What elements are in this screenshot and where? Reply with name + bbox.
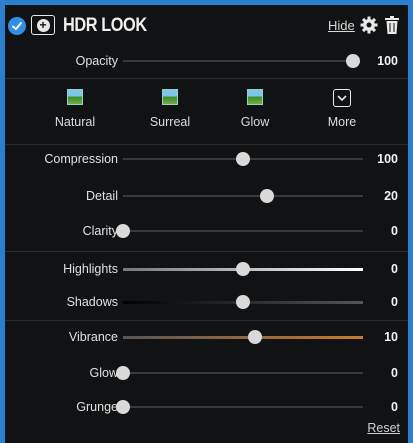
glow-value: 0 xyxy=(391,366,398,380)
gear-icon[interactable] xyxy=(360,16,378,34)
preset-glow[interactable]: Glow xyxy=(225,89,285,129)
detail-slider-thumb[interactable] xyxy=(260,189,274,203)
chevron-down-box-icon xyxy=(333,89,351,107)
glow-row: Glow 0 xyxy=(5,360,408,386)
preset-label: Glow xyxy=(240,115,270,129)
enable-checkbox[interactable] xyxy=(8,17,26,35)
divider xyxy=(5,78,408,79)
grunge-slider-track[interactable] xyxy=(116,400,363,414)
compression-slider-track[interactable] xyxy=(123,152,363,166)
highlights-value: 0 xyxy=(391,262,398,276)
landscape-thumbnail-icon xyxy=(162,89,178,105)
grunge-row: Grunge 0 xyxy=(5,394,408,420)
clarity-row: Clarity 0 xyxy=(5,218,408,244)
compression-row: Compression 100 xyxy=(5,146,408,172)
shadows-slider-track[interactable] xyxy=(123,295,363,309)
vibrance-value: 10 xyxy=(384,330,398,344)
vibrance-label: Vibrance xyxy=(68,330,118,344)
opacity-value: 100 xyxy=(377,54,398,68)
opacity-slider-thumb[interactable] xyxy=(346,54,360,68)
shadows-label: Shadows xyxy=(66,295,118,309)
opacity-label: Opacity xyxy=(75,54,118,68)
reset-link[interactable]: Reset xyxy=(367,421,400,435)
shadows-row: Shadows 0 xyxy=(5,289,408,315)
grunge-value: 0 xyxy=(391,400,398,414)
glow-slider-track[interactable] xyxy=(116,366,363,380)
grunge-label: Grunge xyxy=(76,400,118,414)
opacity-slider-track[interactable] xyxy=(123,54,360,68)
panel-header: + HDR LOOK Hide xyxy=(5,5,408,50)
shadows-value: 0 xyxy=(391,295,398,309)
preset-natural[interactable]: Natural xyxy=(45,89,105,129)
opacity-row: Opacity 100 xyxy=(5,48,408,74)
checkmark-icon xyxy=(12,22,22,30)
hide-link[interactable]: Hide xyxy=(328,18,355,33)
preset-surreal[interactable]: Surreal xyxy=(140,89,200,129)
compression-slider-thumb[interactable] xyxy=(236,152,250,166)
detail-row: Detail 20 xyxy=(5,183,408,209)
trash-icon[interactable] xyxy=(385,16,399,34)
clarity-label: Clarity xyxy=(82,224,118,238)
glow-label: Glow xyxy=(89,366,118,380)
highlights-slider-thumb[interactable] xyxy=(236,262,250,276)
clarity-value: 0 xyxy=(391,224,398,238)
grunge-slider-thumb[interactable] xyxy=(116,400,130,414)
detail-value: 20 xyxy=(384,189,398,203)
highlights-row: Highlights 0 xyxy=(5,256,408,282)
preset-label: Surreal xyxy=(149,115,191,129)
vibrance-slider-thumb[interactable] xyxy=(248,330,262,344)
panel-title: HDR LOOK xyxy=(63,15,147,36)
compression-value: 100 xyxy=(377,152,398,166)
hdr-look-panel: + HDR LOOK Hide Opacity 100 Natural Surr… xyxy=(5,5,408,443)
preset-label: Natural xyxy=(54,115,96,129)
highlights-slider-track[interactable] xyxy=(123,262,363,276)
shadows-slider-thumb[interactable] xyxy=(236,295,250,309)
divider xyxy=(5,251,408,252)
vibrance-slider-track[interactable] xyxy=(123,330,363,344)
landscape-thumbnail-icon xyxy=(247,89,263,105)
detail-slider-track[interactable] xyxy=(123,189,363,203)
divider xyxy=(5,320,408,321)
plus-circle-icon: + xyxy=(36,18,50,32)
glow-slider-thumb[interactable] xyxy=(116,366,130,380)
highlights-label: Highlights xyxy=(63,262,118,276)
clarity-slider-thumb[interactable] xyxy=(116,224,130,238)
preset-row: Natural Surreal Glow More xyxy=(5,89,408,141)
vibrance-row: Vibrance 10 xyxy=(5,324,408,350)
landscape-thumbnail-icon xyxy=(67,89,83,105)
clarity-slider-track[interactable] xyxy=(116,224,363,238)
preset-label: More xyxy=(327,115,357,129)
preset-more[interactable]: More xyxy=(312,89,372,129)
compression-label: Compression xyxy=(44,152,118,166)
add-preset-button[interactable]: + xyxy=(31,15,55,35)
detail-label: Detail xyxy=(86,189,118,203)
divider xyxy=(5,144,408,145)
